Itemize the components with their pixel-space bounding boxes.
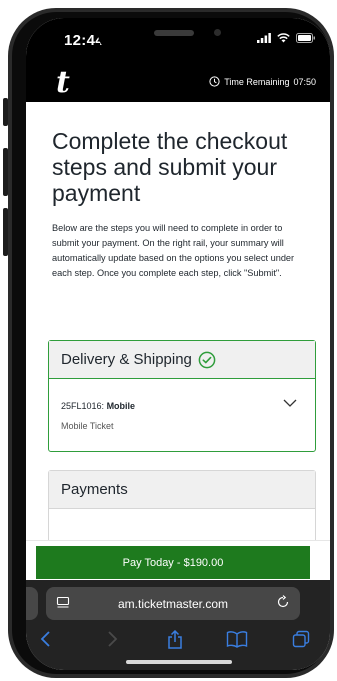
- status-icons: [257, 33, 316, 43]
- url-text[interactable]: am.ticketmaster.com: [86, 597, 260, 611]
- payments-card[interactable]: Payments: [48, 470, 316, 540]
- browser-chrome: am.ticketmaster.com: [26, 580, 330, 670]
- payments-card-header[interactable]: Payments: [49, 471, 315, 509]
- time-remaining: Time Remaining 07:50: [209, 76, 316, 87]
- signal-icon: [257, 33, 271, 43]
- share-icon[interactable]: [166, 630, 184, 650]
- reader-icon[interactable]: [56, 596, 70, 610]
- battery-icon: [296, 33, 315, 43]
- page-title: Complete the checkout steps and submit y…: [52, 128, 288, 206]
- tabs-icon[interactable]: [292, 630, 310, 648]
- wifi-icon: [277, 33, 290, 43]
- home-indicator: [126, 660, 232, 664]
- forward-icon[interactable]: [106, 630, 118, 648]
- volume-up-button: [3, 148, 8, 196]
- timer-value: 07:50: [293, 76, 316, 87]
- address-bar[interactable]: am.ticketmaster.com: [46, 587, 300, 620]
- delivery-shipping-card[interactable]: Delivery & Shipping 25FL1016: Mobile Mob…: [48, 340, 316, 452]
- check-circle-icon: [198, 351, 216, 368]
- pay-bar: Pay Today - $190.00: [26, 540, 330, 580]
- chevron-down-icon[interactable]: [283, 399, 297, 407]
- reload-icon[interactable]: [276, 595, 290, 609]
- pay-today-button[interactable]: Pay Today - $190.00: [36, 546, 310, 579]
- delivery-subtitle: Mobile Ticket: [61, 421, 114, 431]
- main-content: Complete the checkout steps and submit y…: [26, 102, 330, 540]
- delivery-title: Delivery & Shipping: [61, 351, 192, 368]
- screen: 12:44 t Time Remaining 07:50 Complete th…: [26, 18, 330, 670]
- clock-icon: [209, 76, 220, 87]
- site-header: t Time Remaining 07:50: [26, 62, 330, 102]
- delivery-method: 25FL1016: Mobile: [61, 401, 135, 411]
- bookmarks-icon[interactable]: [226, 630, 248, 648]
- side-button: [3, 98, 8, 126]
- timer-label: Time Remaining: [224, 76, 290, 87]
- delivery-code: 25FL1016:: [61, 401, 105, 411]
- notch: [98, 18, 244, 52]
- delivery-method-name: Mobile: [106, 401, 136, 411]
- camera: [214, 29, 221, 36]
- delivery-card-header[interactable]: Delivery & Shipping: [49, 341, 315, 379]
- status-bar: 12:44: [26, 18, 330, 62]
- page-description: Below are the steps you will need to com…: [52, 223, 295, 278]
- browser-toolbar: [26, 626, 330, 656]
- back-icon[interactable]: [40, 630, 52, 648]
- previous-tab-peek[interactable]: [26, 587, 38, 620]
- payments-title: Payments: [61, 481, 128, 498]
- volume-down-button: [3, 208, 8, 256]
- ticketmaster-logo[interactable]: t: [56, 65, 70, 100]
- speaker: [154, 30, 194, 36]
